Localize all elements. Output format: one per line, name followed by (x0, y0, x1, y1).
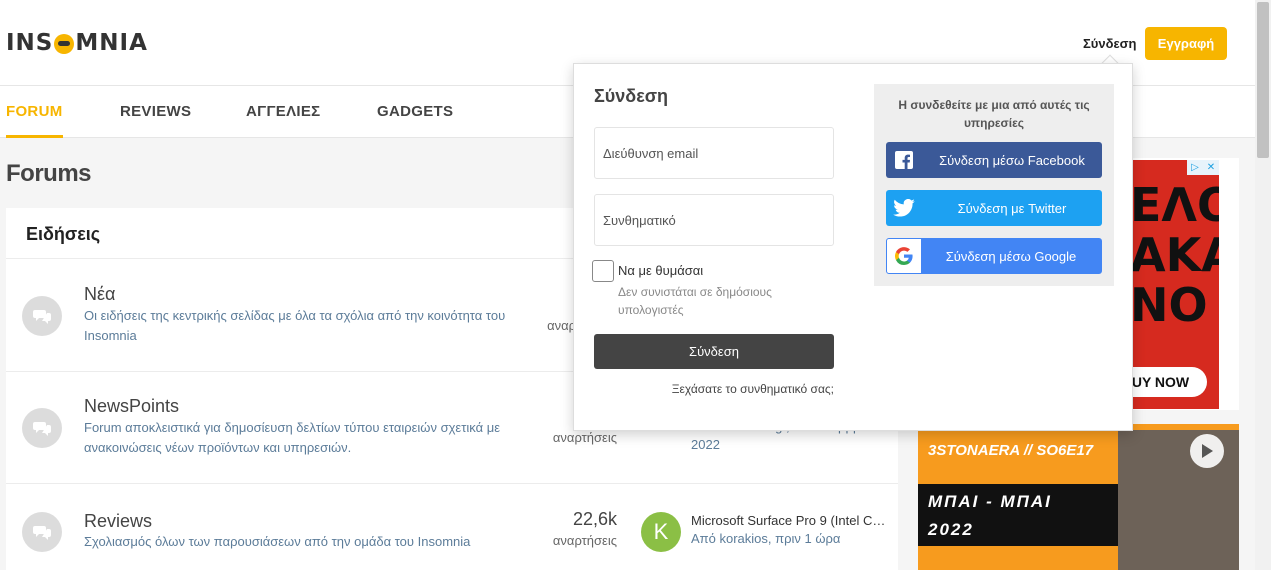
last-post-title[interactable]: Microsoft Surface Pro 9 (Intel Core i5) (691, 513, 891, 528)
chat-bubbles-icon (22, 512, 62, 552)
logo-text-start: INS (6, 30, 54, 56)
sidebar-ad-2[interactable]: 3STONAERA // SO6E17 ΜΠΑΙ - ΜΠΑΙ 2022 (918, 424, 1239, 570)
logo-o-icon (54, 34, 75, 54)
remember-me-hint: Δεν συνιστάται σε δημόσιους υπολογιστές (618, 285, 772, 317)
chat-bubbles-icon (22, 296, 62, 336)
google-icon (887, 239, 921, 273)
facebook-login-label: Σύνδεση μέσω Facebook (939, 152, 1085, 168)
google-login-button[interactable]: Σύνδεση μέσω Google (886, 238, 1102, 274)
nav-item-gadgets[interactable]: GADGETS (377, 86, 453, 138)
nav-item-forum[interactable]: FORUM (6, 86, 63, 138)
forum-description: Οι ειδήσεις της κεντρικής σελίδας με όλα… (84, 308, 506, 343)
remember-me-label[interactable]: Να με θυμάσαι (618, 263, 703, 278)
password-input[interactable] (594, 194, 834, 246)
site-logo[interactable]: INS MNIA (6, 30, 148, 56)
login-dropdown: Σύνδεση Να με θυμάσαι Δεν συνιστάται σε … (573, 63, 1133, 431)
social-login-box: Η συνδεθείτε με μια από αυτές τις υπηρεσ… (874, 84, 1114, 286)
user-avatar[interactable]: K (641, 512, 681, 552)
forum-name[interactable]: NewsPoints (84, 396, 179, 417)
login-submit-button[interactable]: Σύνδεση (594, 334, 834, 369)
ad-buy-now-button[interactable]: UY NOW (1128, 367, 1207, 397)
google-login-label: Σύνδεση μέσω Google (945, 248, 1077, 264)
post-count-label: αναρτήσεις (552, 430, 617, 445)
last-post-meta: Από korakios, πριν 1 ώρα (691, 531, 841, 546)
ad-banner-text: ΕΛΟ ΑΚΑ ΝΟ (1130, 178, 1219, 332)
remember-me-checkbox[interactable] (592, 260, 614, 282)
forum-name[interactable]: Reviews (84, 511, 152, 532)
post-count: 22,6k (572, 509, 617, 529)
ad-video-line: ΜΠΑΙ - ΜΠΑΙ (928, 492, 1052, 511)
ad-info-icon[interactable]: ▷ (1187, 160, 1203, 175)
register-button[interactable]: Εγγραφή (1145, 27, 1227, 60)
page-title: Forums (6, 160, 92, 187)
ad-close-icon[interactable]: ✕ (1203, 160, 1219, 175)
twitter-icon (886, 190, 922, 226)
facebook-icon (886, 142, 922, 178)
forum-description: Σχολιασμός όλων των παρουσιάσεων από την… (84, 534, 471, 549)
social-login-title: Η συνδεθείτε με μια από αυτές τις υπηρεσ… (898, 98, 1090, 130)
twitter-login-label: Σύνδεση με Twitter (957, 200, 1067, 216)
email-input[interactable] (594, 127, 834, 179)
ad-video-line: 2022 (928, 520, 974, 539)
twitter-login-button[interactable]: Σύνδεση με Twitter (886, 190, 1102, 226)
logo-text-end: MNIA (75, 30, 148, 56)
post-count-label: αναρ (547, 318, 576, 333)
nav-item-reviews[interactable]: REVIEWS (120, 86, 191, 138)
ad-video-title: 3STONAERA // SO6E17 (928, 442, 1094, 459)
login-link[interactable]: Σύνδεση (1083, 36, 1137, 51)
scrollbar-thumb[interactable] (1257, 2, 1269, 158)
forum-row: Reviews Σχολιασμός όλων των παρουσιάσεων… (6, 484, 898, 570)
forgot-password-link[interactable]: Ξεχάσατε το συνθηματικό σας; (594, 382, 834, 396)
login-title: Σύνδεση (594, 86, 669, 106)
forum-name[interactable]: Νέα (84, 284, 115, 305)
play-icon[interactable] (1190, 434, 1224, 468)
ad-banner-image[interactable]: ΕΛΟ ΑΚΑ ΝΟ UY NOW (1128, 160, 1219, 409)
forum-description: Forum αποκλειστικά για δημοσίευση δελτίω… (84, 420, 500, 455)
ad-choices[interactable]: ▷ ✕ (1187, 160, 1219, 175)
nav-item-classifieds[interactable]: ΑΓΓΕΛΙΕΣ (246, 86, 320, 138)
facebook-login-button[interactable]: Σύνδεση μέσω Facebook (886, 142, 1102, 178)
post-count-label: αναρτήσεις (552, 533, 617, 548)
chat-bubbles-icon (22, 408, 62, 448)
last-post-meta-line: 2022 (691, 437, 720, 452)
